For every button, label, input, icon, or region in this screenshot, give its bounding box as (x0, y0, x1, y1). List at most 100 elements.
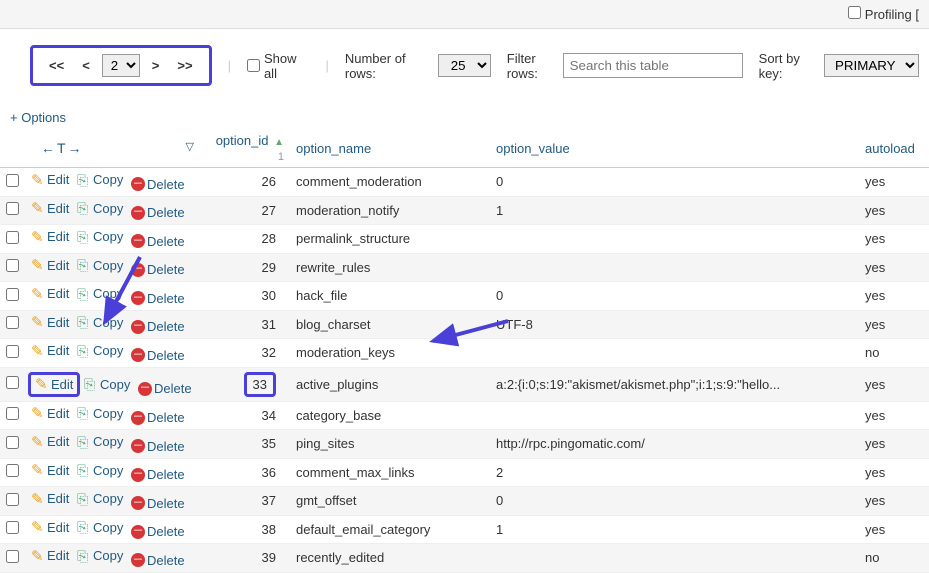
cell-option-value: 0 (490, 487, 859, 516)
delete-button[interactable]: －Delete (131, 205, 185, 220)
cell-autoload: yes (859, 225, 929, 254)
next-page-button[interactable]: > (146, 56, 166, 75)
table-row: Edit Copy －Delete31blog_charsetUTF-8yes (0, 310, 929, 339)
cell-autoload: yes (859, 401, 929, 430)
copy-button[interactable]: Copy (77, 201, 123, 216)
edit-button[interactable]: Edit (31, 463, 69, 478)
copy-button[interactable]: Copy (77, 491, 123, 506)
delete-button[interactable]: －Delete (131, 234, 185, 249)
copy-button[interactable]: Copy (77, 315, 123, 330)
edit-button[interactable]: Edit (31, 315, 69, 330)
table-row: Edit Copy －Delete34category_baseyes (0, 401, 929, 430)
page-select[interactable]: 2 (102, 54, 140, 77)
row-checkbox[interactable] (6, 376, 19, 389)
edit-button[interactable]: Edit (31, 229, 69, 244)
pencil-icon (31, 230, 45, 244)
show-all-checkbox[interactable] (247, 59, 260, 72)
delete-button[interactable]: －Delete (131, 291, 185, 306)
chevron-down-icon[interactable]: ▽ (186, 140, 194, 153)
row-checkbox[interactable] (6, 521, 19, 534)
row-checkbox[interactable] (6, 407, 19, 420)
edit-button[interactable]: Edit (31, 491, 69, 506)
highlight-box: 33 (244, 372, 276, 397)
cell-option-name: default_email_category (290, 515, 490, 544)
sort-key-select[interactable]: PRIMARY (824, 54, 919, 77)
cell-autoload: yes (859, 367, 929, 401)
copy-button[interactable]: Copy (77, 229, 123, 244)
row-checkbox[interactable] (6, 316, 19, 329)
edit-button[interactable]: Edit (31, 172, 69, 187)
copy-icon (77, 173, 91, 187)
show-all-toggle[interactable]: Show all (247, 51, 310, 81)
filter-input[interactable] (563, 53, 743, 78)
delete-button[interactable]: －Delete (131, 467, 185, 482)
col-option-id[interactable]: option_id ▲ 1 (200, 129, 290, 168)
options-link[interactable]: + Options (0, 106, 929, 129)
profiling-checkbox[interactable] (848, 6, 861, 19)
delete-button[interactable]: －Delete (131, 410, 185, 425)
col-option-name[interactable]: option_name (290, 129, 490, 168)
copy-button[interactable]: Copy (77, 286, 123, 301)
copy-button[interactable]: Copy (77, 343, 123, 358)
delete-button[interactable]: －Delete (131, 524, 185, 539)
delete-button[interactable]: －Delete (131, 319, 185, 334)
delete-icon: － (131, 206, 145, 220)
delete-icon: － (131, 234, 145, 248)
copy-button[interactable]: Copy (77, 258, 123, 273)
row-checkbox[interactable] (6, 288, 19, 301)
delete-button[interactable]: －Delete (131, 439, 185, 454)
edit-button[interactable]: Edit (31, 201, 69, 216)
delete-button[interactable]: －Delete (131, 177, 185, 192)
copy-icon (77, 549, 91, 563)
col-option-value[interactable]: option_value (490, 129, 859, 168)
pencil-icon (31, 287, 45, 301)
row-checkbox[interactable] (6, 202, 19, 215)
profiling-label: Profiling [ (865, 7, 919, 22)
edit-button[interactable]: Edit (31, 286, 69, 301)
edit-button[interactable]: Edit (31, 520, 69, 535)
last-page-button[interactable]: >> (171, 56, 198, 75)
copy-button[interactable]: Copy (77, 548, 123, 563)
delete-button[interactable]: －Delete (131, 553, 185, 568)
row-checkbox[interactable] (6, 493, 19, 506)
copy-icon (77, 492, 91, 506)
row-checkbox[interactable] (6, 345, 19, 358)
row-checkbox[interactable] (6, 174, 19, 187)
copy-button[interactable]: Copy (77, 434, 123, 449)
num-rows-select[interactable]: 25 (438, 54, 491, 77)
row-checkbox[interactable] (6, 436, 19, 449)
cell-option-name: gmt_offset (290, 487, 490, 516)
divider: | (325, 58, 328, 73)
table-row: Edit Copy －Delete26comment_moderation0ye… (0, 168, 929, 197)
table-row: Edit Copy －Delete33active_pluginsa:2:{i:… (0, 367, 929, 401)
cell-option-value: 0 (490, 168, 859, 197)
edit-button[interactable]: Edit (35, 377, 73, 392)
row-checkbox[interactable] (6, 464, 19, 477)
cell-option-value (490, 253, 859, 282)
delete-button[interactable]: －Delete (131, 262, 185, 277)
row-checkbox[interactable] (6, 550, 19, 563)
copy-button[interactable]: Copy (84, 377, 130, 392)
edit-button[interactable]: Edit (31, 406, 69, 421)
delete-button[interactable]: －Delete (138, 381, 192, 396)
delete-icon: － (131, 320, 145, 334)
row-checkbox[interactable] (6, 259, 19, 272)
row-checkbox[interactable] (6, 231, 19, 244)
profiling-toggle[interactable]: Profiling [ (848, 7, 919, 22)
delete-button[interactable]: －Delete (131, 348, 185, 363)
copy-button[interactable]: Copy (77, 406, 123, 421)
prev-page-button[interactable]: < (76, 56, 96, 75)
copy-button[interactable]: Copy (77, 520, 123, 535)
cell-option-value (490, 544, 859, 573)
delete-icon: － (131, 468, 145, 482)
edit-button[interactable]: Edit (31, 258, 69, 273)
edit-button[interactable]: Edit (31, 343, 69, 358)
edit-button[interactable]: Edit (31, 548, 69, 563)
copy-button[interactable]: Copy (77, 172, 123, 187)
edit-button[interactable]: Edit (31, 434, 69, 449)
copy-button[interactable]: Copy (77, 463, 123, 478)
first-page-button[interactable]: << (43, 56, 70, 75)
cell-autoload: yes (859, 515, 929, 544)
col-autoload[interactable]: autoload (859, 129, 929, 168)
delete-button[interactable]: －Delete (131, 496, 185, 511)
